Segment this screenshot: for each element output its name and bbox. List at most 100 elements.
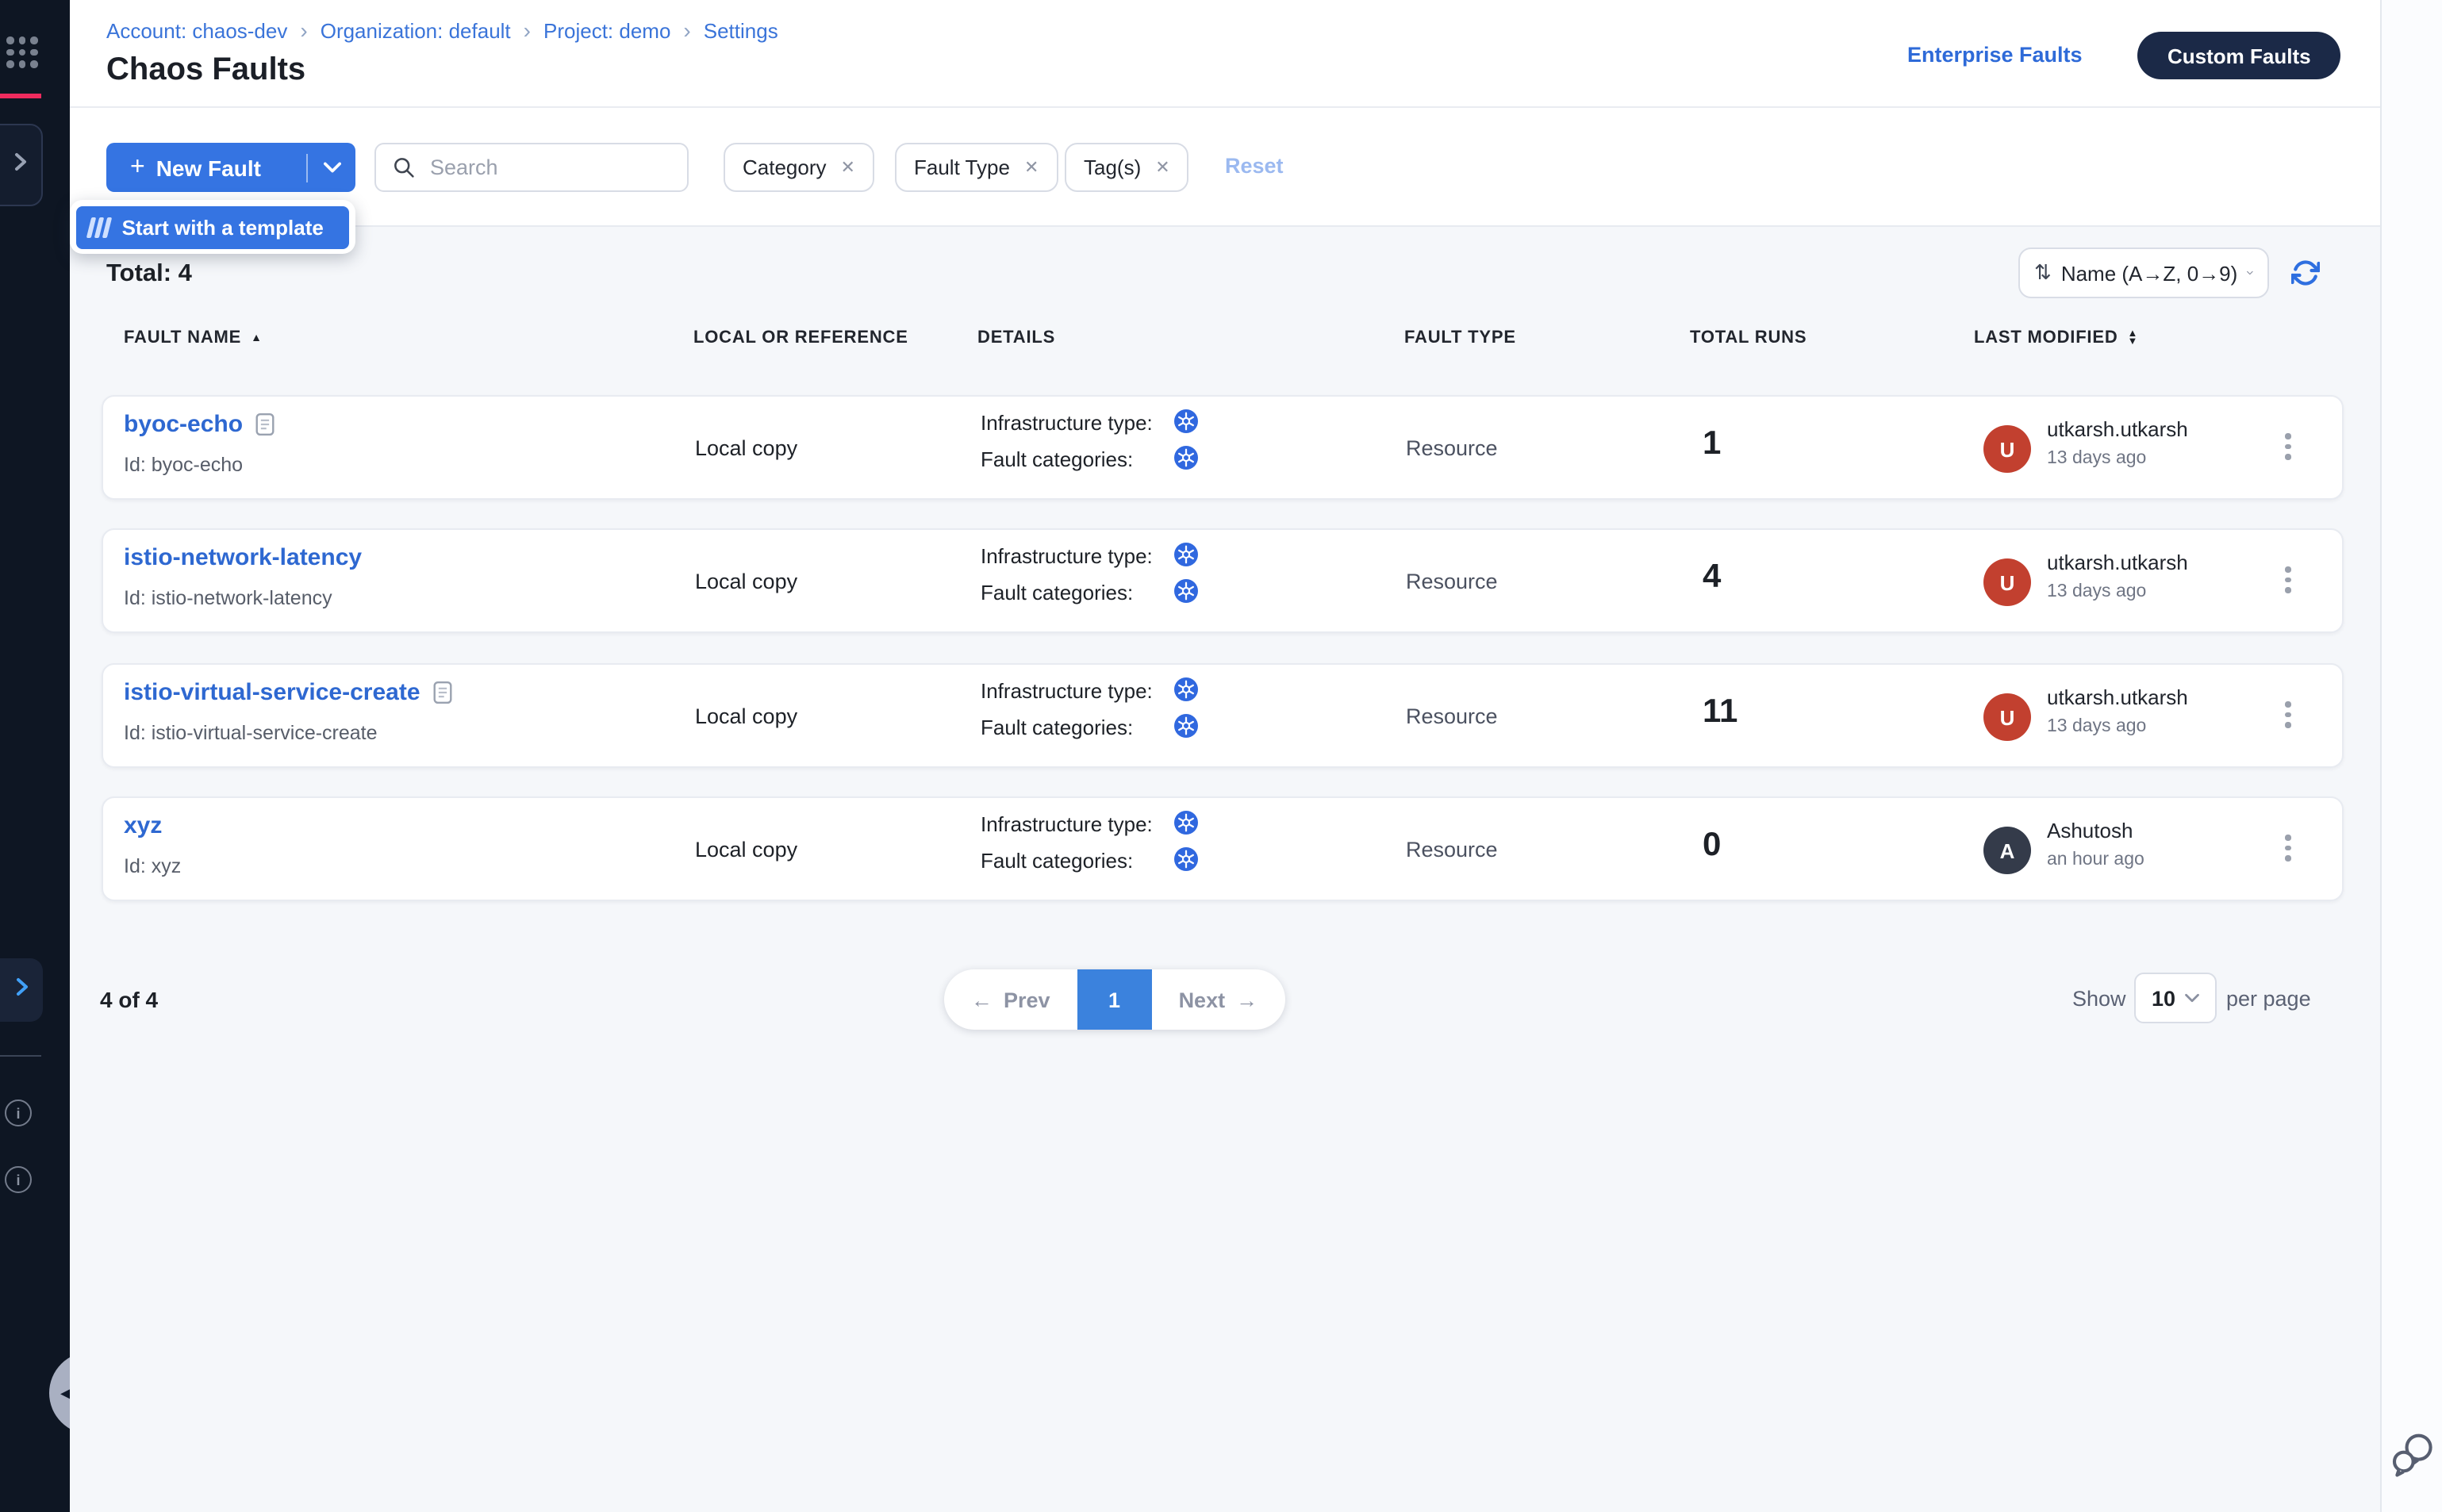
modified-by-user: Ashutosh [2047, 819, 2133, 842]
kubernetes-icon [1174, 579, 1198, 603]
modified-by-user: utkarsh.utkarsh [2047, 685, 2188, 709]
row-menu-button[interactable] [2280, 428, 2295, 464]
fault-name-link[interactable]: istio-network-latency [124, 544, 362, 571]
app-grid-icon[interactable] [6, 36, 37, 67]
new-fault-dropdown-menu: Start with a template [70, 200, 355, 254]
avatar: U [1983, 425, 2031, 473]
filter-label: Tag(s) [1084, 155, 1141, 179]
fault-categories-label: Fault categories: [981, 849, 1133, 873]
fault-id: Id: xyz [124, 855, 181, 877]
search-field [374, 143, 689, 192]
sort-direction-icon: ⇅ [2034, 260, 2052, 286]
fault-name-link[interactable]: istio-virtual-service-create [124, 679, 452, 706]
local-or-reference-value: Local copy [695, 704, 797, 728]
next-page-button[interactable]: Next → [1152, 969, 1285, 1030]
chevron-down-icon [2185, 993, 2199, 1003]
infrastructure-type-label: Infrastructure type: [981, 679, 1153, 703]
fault-categories-label: Fault categories: [981, 716, 1133, 739]
reset-filters-button[interactable]: Reset [1225, 154, 1284, 178]
filter-label: Fault Type [914, 155, 1010, 179]
sort-dropdown[interactable]: ⇅ Name (A→Z, 0→9) [2018, 248, 2269, 298]
filter-chip-category[interactable]: Category ✕ [724, 143, 874, 192]
fault-row[interactable]: istio-network-latency Id: istio-network-… [102, 528, 2344, 633]
column-header-fault-type: FAULT TYPE [1404, 328, 1516, 347]
filter-chip-fault-type[interactable]: Fault Type ✕ [895, 143, 1058, 192]
fault-id: Id: istio-virtual-service-create [124, 722, 378, 744]
fault-id: Id: byoc-echo [124, 454, 243, 476]
per-page-label: per page [2226, 987, 2311, 1011]
modified-time: 13 days ago [2047, 582, 2146, 601]
new-fault-dropdown-button[interactable] [308, 162, 355, 173]
page-title: Chaos Faults [106, 52, 305, 89]
new-fault-button[interactable]: + New Fault [106, 143, 355, 192]
fault-categories-label: Fault categories: [981, 447, 1133, 471]
row-menu-button[interactable] [2280, 697, 2295, 732]
description-icon[interactable] [433, 681, 452, 704]
sort-asc-icon: ▲ [251, 332, 263, 343]
chevron-down-icon [323, 162, 340, 173]
prev-page-button[interactable]: ← Prev [944, 969, 1077, 1030]
fault-name-link[interactable]: xyz [124, 812, 162, 839]
row-menu-button[interactable] [2280, 830, 2295, 865]
info-icon[interactable]: i [5, 1099, 32, 1126]
kubernetes-icon [1174, 714, 1198, 738]
column-header-last-modified[interactable]: LAST MODIFIED ▲▼ [1974, 328, 2138, 347]
info-icon[interactable]: i [5, 1166, 32, 1193]
kubernetes-icon [1174, 409, 1198, 433]
collapse-arrow-icon: ◀ [60, 1384, 70, 1402]
custom-faults-button[interactable]: Custom Faults [2137, 32, 2341, 79]
sidebar-expand-button[interactable] [0, 958, 43, 1022]
sidebar-divider [0, 1055, 41, 1057]
sort-both-icon: ▲▼ [2128, 329, 2139, 347]
modified-time: 13 days ago [2047, 449, 2146, 468]
header-divider [70, 106, 2380, 108]
infrastructure-type-label: Infrastructure type: [981, 544, 1153, 568]
breadcrumb-organization-link[interactable]: Organization: default [321, 18, 511, 42]
template-icon [86, 217, 112, 237]
search-input[interactable] [427, 154, 674, 181]
fault-name-link[interactable]: byoc-echo [124, 411, 275, 438]
total-runs-value: 11 [1703, 693, 1737, 731]
kubernetes-icon [1174, 446, 1198, 470]
row-menu-button[interactable] [2280, 562, 2295, 597]
start-with-template-menu-item[interactable]: Start with a template [76, 205, 349, 248]
chat-support-icon[interactable] [2390, 1431, 2437, 1487]
infrastructure-type-label: Infrastructure type: [981, 411, 1153, 435]
kubernetes-icon [1174, 811, 1198, 835]
fault-row[interactable]: byoc-echo Id: byoc-echo Local copy Infra… [102, 395, 2344, 500]
page-size-select[interactable]: 10 [2134, 973, 2217, 1023]
remove-filter-icon[interactable]: ✕ [1155, 157, 1169, 178]
module-nav-expand-button[interactable] [0, 124, 43, 206]
kubernetes-icon [1174, 847, 1198, 871]
result-count: 4 of 4 [100, 987, 158, 1012]
breadcrumb-account-link[interactable]: Account: chaos-dev [106, 18, 287, 42]
show-label: Show [2072, 987, 2126, 1011]
fault-type-value: Resource [1406, 704, 1498, 728]
help-rail [2380, 0, 2442, 1512]
sidebar-collapse-handle[interactable]: ◀ [49, 1352, 70, 1434]
remove-filter-icon[interactable]: ✕ [841, 157, 855, 178]
breadcrumb-settings-link[interactable]: Settings [704, 18, 778, 42]
fault-row[interactable]: xyz Id: xyz Local copy Infrastructure ty… [102, 796, 2344, 901]
kubernetes-icon [1174, 543, 1198, 566]
modified-time: 13 days ago [2047, 717, 2146, 736]
total-count: Total: 4 [106, 260, 192, 289]
column-header-fault-name[interactable]: FAULT NAME ▲ [124, 328, 263, 347]
remove-filter-icon[interactable]: ✕ [1024, 157, 1039, 178]
enterprise-faults-link[interactable]: Enterprise Faults [1907, 43, 2083, 67]
local-or-reference-value: Local copy [695, 838, 797, 862]
search-icon [392, 155, 416, 179]
local-or-reference-value: Local copy [695, 436, 797, 460]
chevron-down-icon [2247, 268, 2253, 278]
filter-chip-tags[interactable]: Tag(s) ✕ [1065, 143, 1189, 192]
total-runs-value: 0 [1703, 827, 1721, 865]
modified-by-user: utkarsh.utkarsh [2047, 417, 2188, 441]
refresh-button[interactable] [2291, 259, 2320, 287]
column-header-details: DETAILS [977, 328, 1055, 347]
local-or-reference-value: Local copy [695, 570, 797, 593]
total-runs-value: 4 [1703, 558, 1721, 597]
page-1-button[interactable]: 1 [1077, 969, 1152, 1030]
fault-row[interactable]: istio-virtual-service-create Id: istio-v… [102, 663, 2344, 768]
breadcrumb-project-link[interactable]: Project: demo [543, 18, 670, 42]
description-icon[interactable] [255, 413, 275, 436]
